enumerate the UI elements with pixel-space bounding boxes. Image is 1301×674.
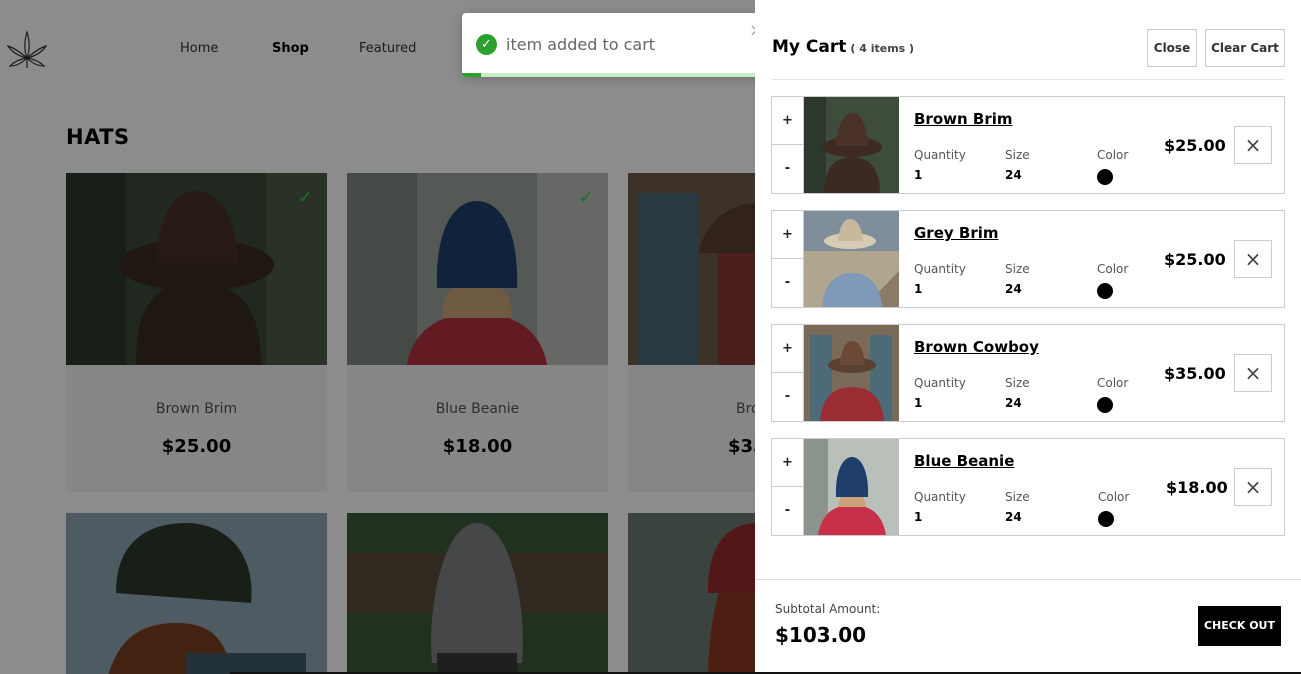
cart-footer-divider [755,579,1301,580]
color-swatch [1097,283,1113,299]
decrease-quantity-button[interactable]: - [772,373,803,421]
cart-item: + - Grey Brim Quantity Size Color 1 24 $… [771,210,1285,308]
size-value: 24 [1005,168,1022,182]
cart-item-image[interactable] [804,97,899,193]
close-cart-button[interactable]: Close [1147,29,1197,67]
increase-quantity-button[interactable]: + [772,97,803,145]
color-swatch [1097,397,1113,413]
checkout-button[interactable]: CHECK OUT [1198,606,1281,646]
size-value: 24 [1005,510,1022,524]
increase-quantity-button[interactable]: + [772,325,803,373]
cart-item: + - Brown Cowboy Quantity Size Color 1 2… [771,324,1285,422]
cart-item: + - Blue Beanie Quantity Size Color 1 24… [771,438,1285,536]
cart-item-name[interactable]: Brown Brim [914,110,1013,128]
toast-message: item added to cart [506,35,656,54]
cart-item-price: $18.00 [1166,478,1228,497]
cart-item-name[interactable]: Brown Cowboy [914,338,1039,356]
cart-item-name[interactable]: Grey Brim [914,224,999,242]
quantity-value: 1 [914,510,923,524]
subtotal-value: $103.00 [775,623,867,647]
quantity-label: Quantity [914,262,966,276]
toast-progress-bar [462,73,774,77]
decrease-quantity-button[interactable]: - [772,145,803,193]
cart-item-image[interactable] [804,439,899,535]
increase-quantity-button[interactable]: + [772,439,803,487]
toast-progress-fill [462,73,481,77]
quantity-stepper: + - [772,325,804,421]
remove-item-icon[interactable]: × [1234,468,1272,506]
cart-drawer: My Cart( 4 items ) Close Clear Cart + - … [755,0,1301,674]
quantity-stepper: + - [772,97,804,193]
subtotal-label: Subtotal Amount: [775,602,881,616]
quantity-stepper: + - [772,211,804,307]
size-label: Size [1005,490,1030,504]
cart-divider [772,79,1285,80]
cart-title: My Cart( 4 items ) [772,37,914,57]
color-swatch [1097,169,1113,185]
cart-item: + - Brown Brim Quantity Size Color 1 24 … [771,96,1285,194]
page-dim-overlay[interactable] [0,0,755,674]
size-label: Size [1005,376,1030,390]
clear-cart-button[interactable]: Clear Cart [1205,29,1285,67]
cart-item-image[interactable] [804,325,899,421]
cart-item-count: ( 4 items ) [850,42,915,55]
remove-item-icon[interactable]: × [1234,126,1272,164]
toast-notification: ✓ item added to cart × [462,13,774,77]
decrease-quantity-button[interactable]: - [772,259,803,307]
color-label: Color [1098,490,1130,504]
cart-item-image[interactable] [804,211,899,307]
success-check-icon: ✓ [476,34,497,55]
cart-item-name[interactable]: Blue Beanie [914,452,1014,470]
cart-title-text: My Cart [772,37,847,57]
size-value: 24 [1005,282,1022,296]
quantity-value: 1 [914,396,923,410]
size-label: Size [1005,262,1030,276]
remove-item-icon[interactable]: × [1234,240,1272,278]
quantity-label: Quantity [914,490,966,504]
size-label: Size [1005,148,1030,162]
cart-item-price: $25.00 [1164,250,1226,269]
color-label: Color [1097,376,1129,390]
remove-item-icon[interactable]: × [1234,354,1272,392]
quantity-value: 1 [914,168,923,182]
size-value: 24 [1005,396,1022,410]
quantity-value: 1 [914,282,923,296]
color-label: Color [1097,262,1129,276]
color-label: Color [1097,148,1129,162]
decrease-quantity-button[interactable]: - [772,487,803,535]
color-swatch [1098,511,1114,527]
quantity-label: Quantity [914,148,966,162]
quantity-label: Quantity [914,376,966,390]
quantity-stepper: + - [772,439,804,535]
cart-item-price: $35.00 [1164,364,1226,383]
cart-item-price: $25.00 [1164,136,1226,155]
increase-quantity-button[interactable]: + [772,211,803,259]
